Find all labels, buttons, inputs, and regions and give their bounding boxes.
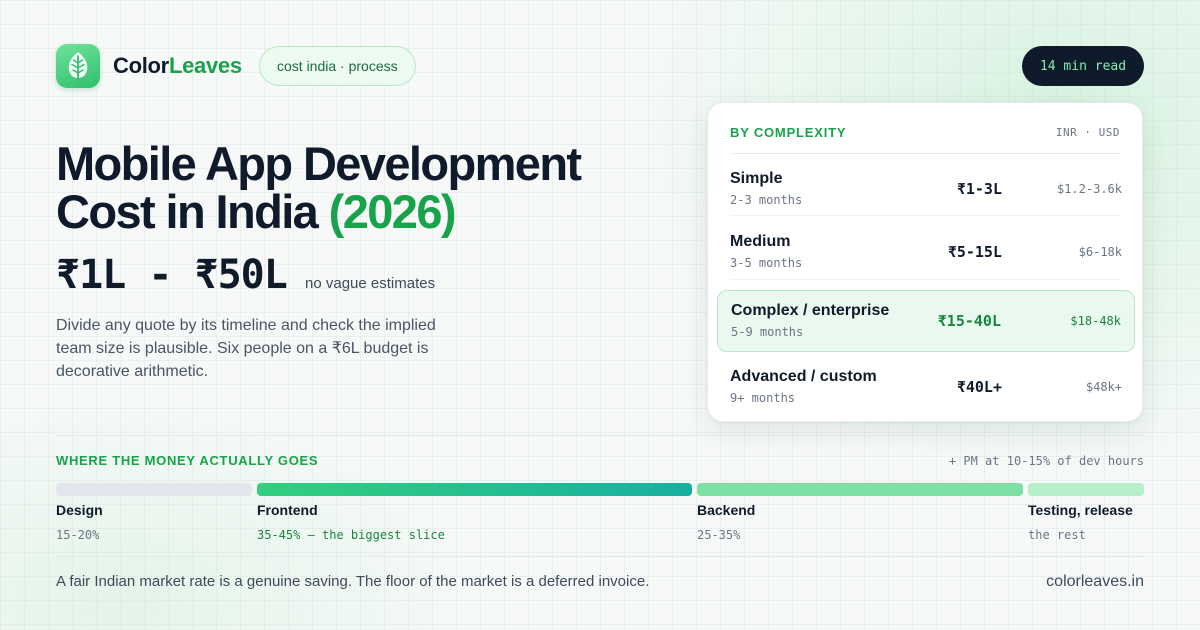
segment-label: Design: [56, 502, 103, 518]
tier-inr: ₹5-15L: [947, 243, 1002, 261]
tier-name: Simple: [730, 170, 783, 187]
tier-usd: $48k+: [1085, 380, 1122, 394]
footer-site-link[interactable]: colorleaves.in: [1046, 573, 1144, 591]
currency-label: INR · USD: [1055, 126, 1120, 139]
tier-duration: 9+ months: [730, 391, 796, 405]
tier-name: Medium: [730, 233, 791, 250]
brand-name[interactable]: ColorLeaves: [113, 53, 242, 79]
tier-duration: 5-9 months: [731, 325, 804, 339]
tier-duration: 3-5 months: [730, 256, 803, 270]
segment-pct: the rest: [1028, 528, 1086, 542]
tier-row-simple: Simple 2-3 months ₹1-3L $1.2-3.6k: [717, 159, 1135, 221]
tier-divider: [730, 279, 1120, 280]
segment-bar-frontend: [257, 483, 692, 496]
segment-bar-design: [56, 483, 252, 496]
title-year: (2026): [328, 185, 457, 238]
tier-row-complex: Complex / enterprise 5-9 months ₹15-40L …: [717, 290, 1135, 352]
title-line-2: Cost in India: [56, 185, 319, 238]
section-divider: [56, 435, 1144, 436]
category-tag[interactable]: cost india · process: [259, 46, 416, 86]
segment-pct: 35-45% — the biggest slice: [257, 528, 445, 542]
tier-inr: ₹1-3L: [956, 180, 1002, 198]
tier-divider: [730, 215, 1120, 216]
tier-duration: 2-3 months: [730, 193, 803, 207]
complexity-card: BY COMPLEXITY INR · USD Simple 2-3 month…: [707, 102, 1143, 422]
tier-usd: $6-18k: [1078, 245, 1122, 259]
complexity-title: BY COMPLEXITY: [730, 125, 847, 140]
section-divider: [56, 556, 1144, 557]
card-divider: [730, 153, 1120, 154]
tier-usd: $18-48k: [1070, 314, 1121, 328]
segment-bar-backend: [697, 483, 1023, 496]
segment-pct: 25-35%: [697, 528, 741, 542]
money-note: + PM at 10-15% of dev hours: [948, 454, 1144, 468]
tier-inr: ₹40L+: [956, 378, 1002, 396]
logo-leaf-icon: [56, 44, 100, 88]
price-note: no vague estimates: [305, 275, 436, 292]
segment-bar-testing: [1028, 483, 1144, 496]
title-line-1: Mobile App Development: [56, 137, 582, 190]
hero-description: Divide any quote by its timeline and che…: [56, 317, 436, 380]
tier-row-medium: Medium 3-5 months ₹5-15L $6-18k: [717, 222, 1135, 284]
tier-usd: $1.2-3.6k: [1056, 182, 1122, 196]
price-range: ₹1L - ₹50L: [56, 252, 288, 298]
money-title: WHERE THE MONEY ACTUALLY GOES: [56, 453, 319, 468]
brand-name-part2: Leaves: [168, 53, 242, 78]
segment-pct: 15-20%: [56, 528, 100, 542]
segment-label: Testing, release: [1028, 502, 1133, 518]
page-title: Mobile App Development Cost in India (20…: [56, 140, 696, 236]
read-time-badge: 14 min read: [1022, 46, 1144, 86]
tier-row-advanced: Advanced / custom 9+ months ₹40L+ $48k+: [717, 357, 1135, 419]
segment-label: Frontend: [257, 502, 318, 518]
brand-name-part1: Color: [113, 53, 169, 78]
tier-name: Advanced / custom: [730, 368, 877, 385]
segment-label: Backend: [697, 502, 756, 518]
tier-inr: ₹15-40L: [937, 312, 1001, 330]
footer-note: A fair Indian market rate is a genuine s…: [56, 573, 650, 590]
tier-name: Complex / enterprise: [731, 302, 890, 319]
